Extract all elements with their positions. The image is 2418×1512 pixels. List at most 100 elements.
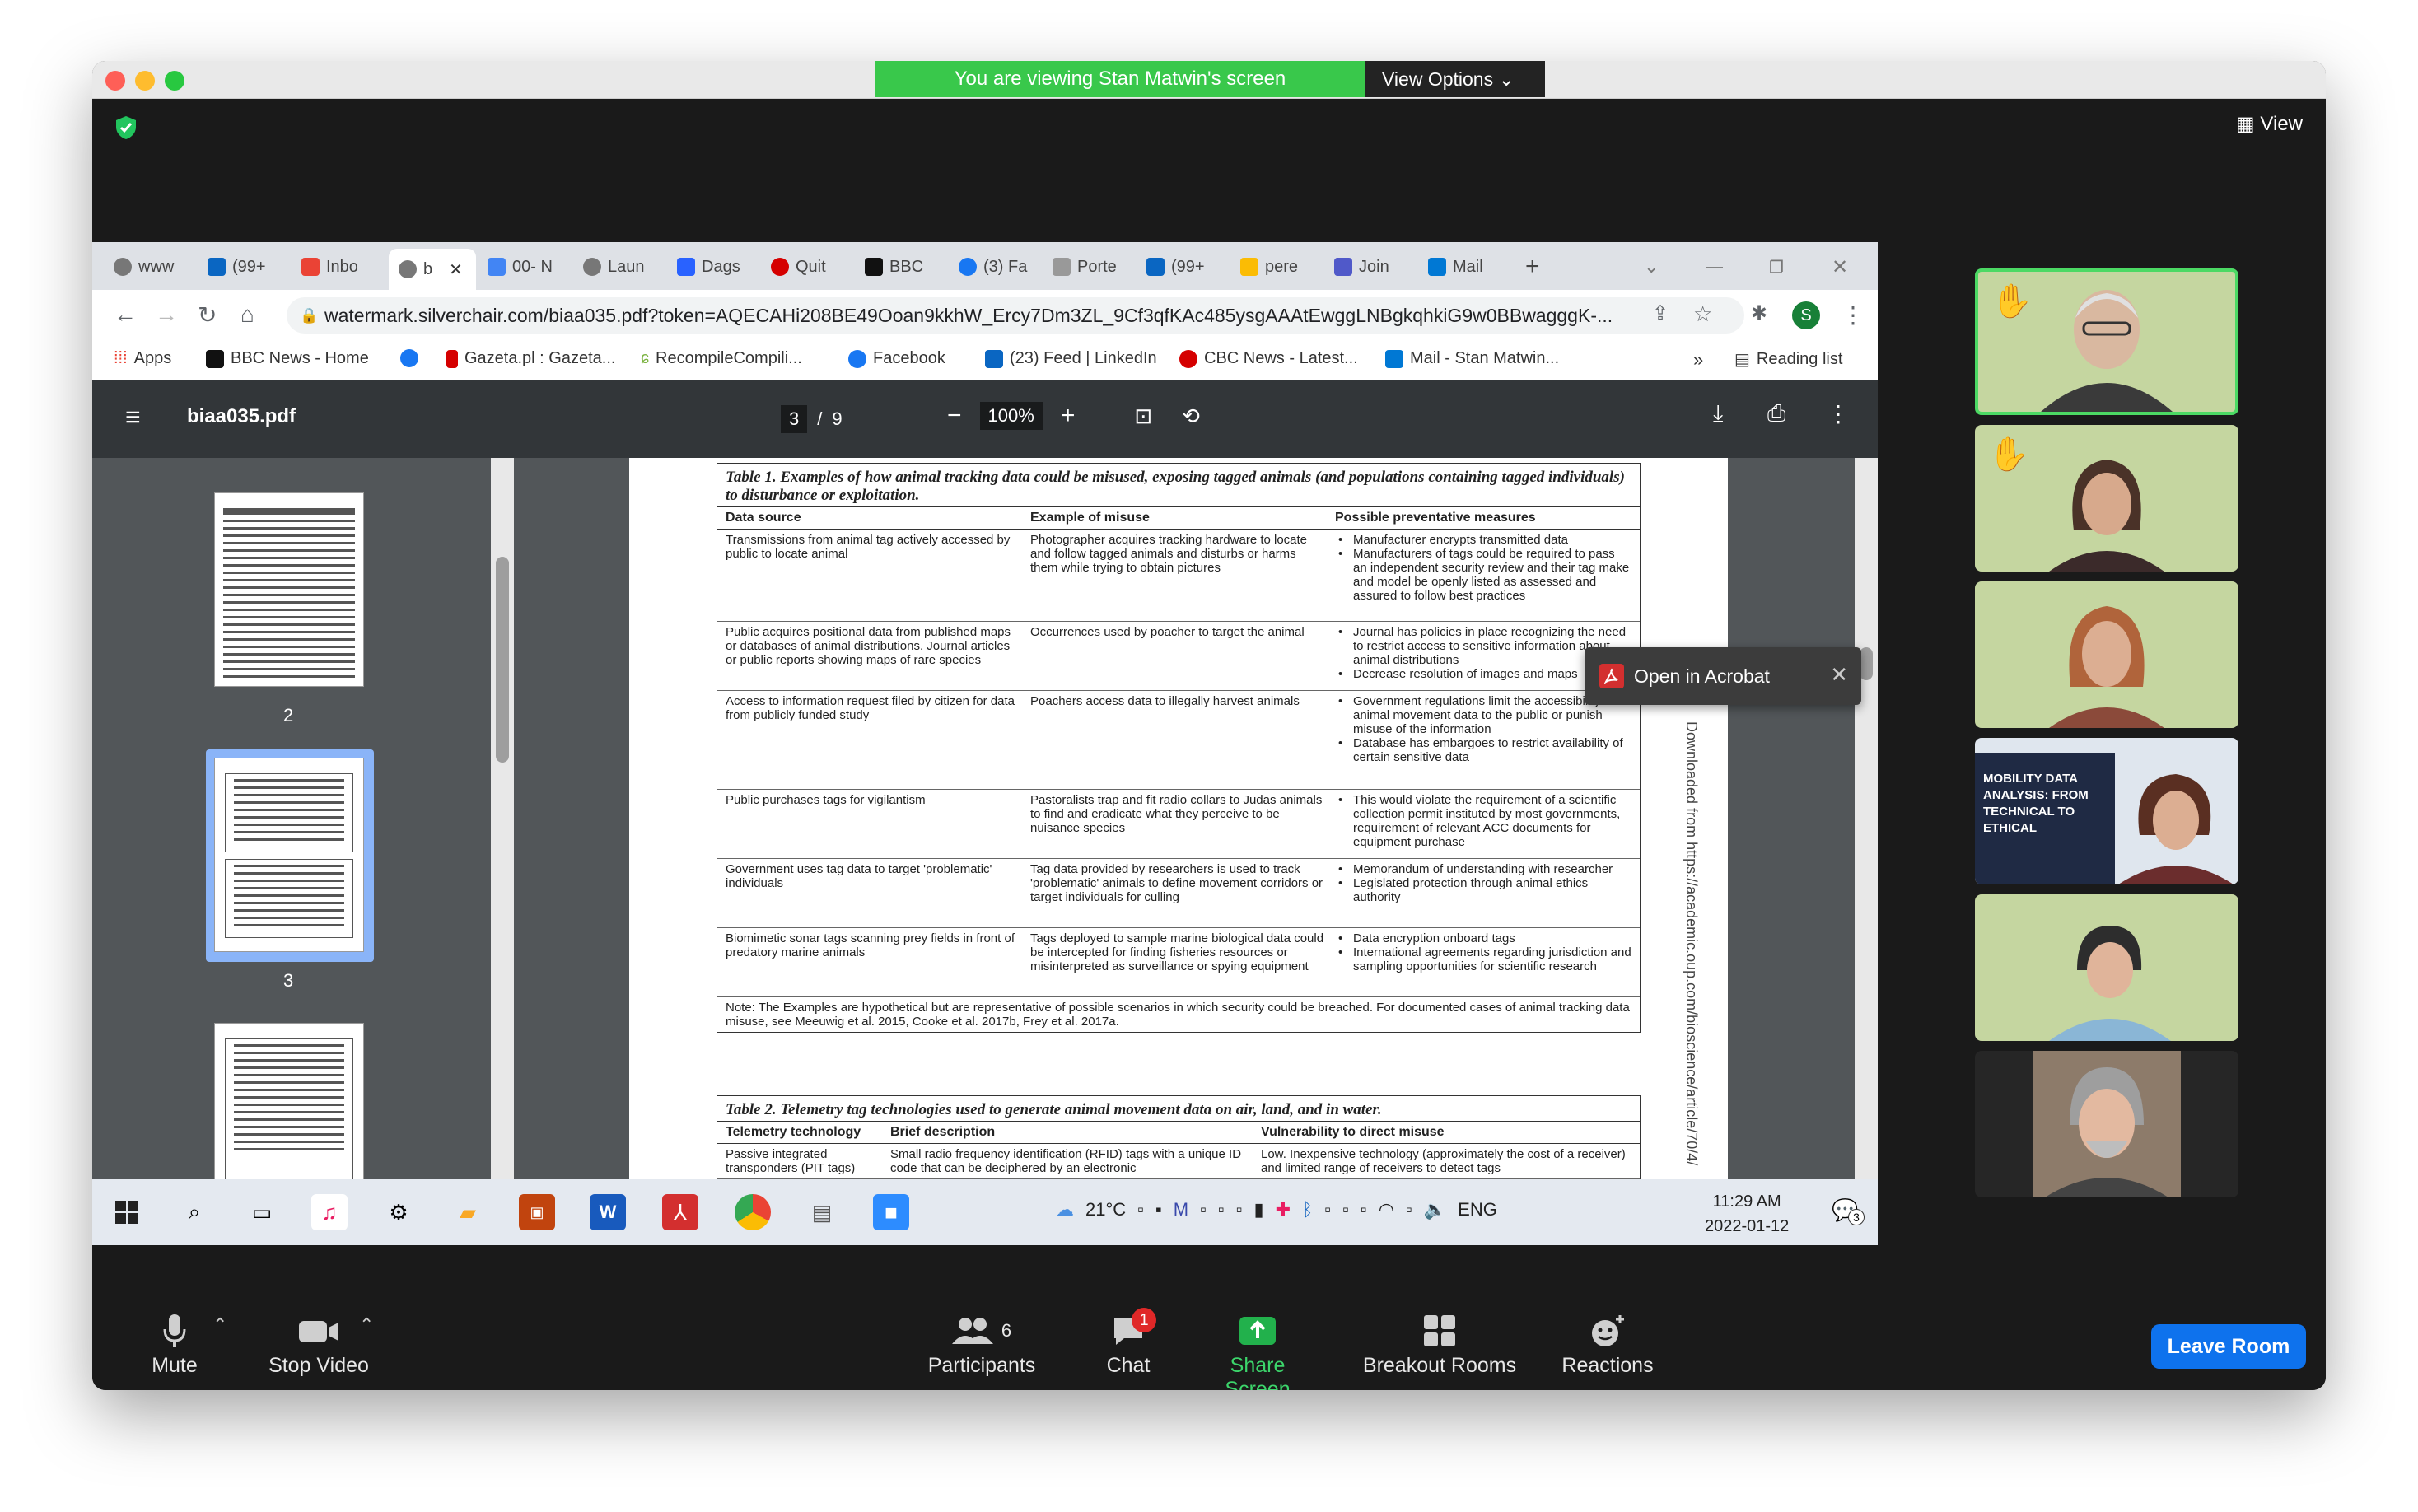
language-indicator[interactable]: ENG: [1458, 1199, 1497, 1220]
chrome-icon[interactable]: [735, 1194, 771, 1230]
snipping-tool-icon[interactable]: ▤: [804, 1194, 840, 1230]
tray-icon[interactable]: ▫: [1361, 1199, 1367, 1220]
tab-12[interactable]: (99+: [1146, 250, 1229, 283]
acrobat-reader-icon[interactable]: ⅄: [662, 1194, 698, 1230]
security-shield-icon[interactable]: [115, 115, 137, 140]
bookmark-facebook-icon-only[interactable]: [400, 349, 418, 367]
tab-13[interactable]: pere: [1240, 250, 1323, 283]
tray-icon[interactable]: ▫: [1406, 1199, 1412, 1220]
participant-video-2[interactable]: ✋: [1975, 425, 2238, 572]
tab-11[interactable]: Porte: [1053, 250, 1135, 283]
tab-14[interactable]: Join: [1334, 250, 1417, 283]
forward-icon[interactable]: →: [155, 301, 178, 328]
bookmark-linkedin[interactable]: (23) Feed | LinkedIn: [985, 349, 1157, 368]
reactions-button[interactable]: Reactions: [1550, 1308, 1665, 1378]
volume-icon[interactable]: 🔈: [1424, 1199, 1446, 1220]
tab-6[interactable]: Laun: [583, 250, 665, 283]
bookmarks-overflow-button[interactable]: »: [1693, 349, 1703, 371]
home-icon[interactable]: ⌂: [240, 301, 254, 328]
zoom-in-icon[interactable]: +: [1061, 402, 1076, 430]
close-popup-icon[interactable]: ✕: [1830, 662, 1848, 688]
mute-options-chevron-icon[interactable]: ⌃: [212, 1314, 227, 1336]
share-screen-button[interactable]: Share Screen: [1196, 1308, 1319, 1390]
file-explorer-icon[interactable]: ▰: [450, 1194, 486, 1230]
participant-video-4[interactable]: MOBILITY DATA ANALYSIS: FROM TECHNICAL T…: [1975, 738, 2238, 884]
more-options-icon[interactable]: ⋮: [1827, 400, 1850, 427]
minimize-window-button[interactable]: [135, 71, 155, 91]
view-button[interactable]: ▦ View: [2236, 112, 2303, 136]
close-tab-icon[interactable]: ✕: [449, 259, 463, 280]
reload-icon[interactable]: ↻: [198, 301, 217, 329]
zoom-level-input[interactable]: 100%: [979, 402, 1043, 430]
document-scroll-thumb[interactable]: [1860, 647, 1873, 680]
zoom-app-icon[interactable]: ■: [873, 1194, 909, 1230]
app-icon[interactable]: ▣: [519, 1194, 555, 1230]
minimize-browser-button[interactable]: —: [1706, 250, 1731, 283]
view-options-button[interactable]: View Options ⌄: [1365, 61, 1545, 97]
rotate-icon[interactable]: ⟲: [1182, 404, 1200, 429]
bookmark-cbc[interactable]: CBC News - Latest...: [1179, 349, 1358, 368]
tray-icon[interactable]: ▫: [1200, 1199, 1207, 1220]
tray-icon[interactable]: ▫: [1236, 1199, 1243, 1220]
profile-avatar[interactable]: S: [1792, 301, 1820, 329]
tab-search-button[interactable]: ⌄: [1644, 250, 1669, 283]
document-scrollbar[interactable]: [1855, 458, 1878, 1179]
mute-button[interactable]: Mute: [133, 1308, 216, 1378]
tray-icon[interactable]: M: [1174, 1199, 1188, 1220]
current-page-input[interactable]: 3: [781, 405, 808, 433]
tab-15[interactable]: Mail: [1428, 250, 1510, 283]
thumbnail-page-2[interactable]: [214, 492, 364, 687]
microphone-icon[interactable]: ▮: [1254, 1199, 1264, 1220]
tray-icon[interactable]: ▪: [1155, 1199, 1162, 1220]
participant-video-3[interactable]: [1975, 581, 2238, 728]
participants-button[interactable]: 6 Participants: [916, 1308, 1048, 1378]
temperature[interactable]: 21°C: [1085, 1199, 1126, 1220]
bookmark-apps[interactable]: ⁞⁞⁞ Apps: [114, 349, 171, 368]
tab-10[interactable]: (3) Fa: [959, 250, 1041, 283]
wifi-icon[interactable]: ◠: [1379, 1199, 1394, 1220]
close-window-button[interactable]: [105, 71, 125, 91]
chat-button[interactable]: 1 Chat: [1087, 1308, 1169, 1378]
bookmark-recompile[interactable]: ɕ RecompileCompili...: [641, 349, 802, 368]
more-menu-icon[interactable]: ⋮: [1842, 301, 1865, 329]
star-icon[interactable]: ☆: [1693, 301, 1712, 327]
notifications-icon[interactable]: 💬 3: [1832, 1197, 1865, 1225]
download-icon[interactable]: ⤓: [1713, 400, 1723, 427]
search-icon[interactable]: ⌕: [176, 1194, 212, 1230]
video-options-chevron-icon[interactable]: ⌃: [359, 1314, 374, 1336]
tab-5[interactable]: 00- N: [488, 250, 570, 283]
fit-to-page-icon[interactable]: ⊡: [1134, 404, 1152, 429]
sidebar-scrollbar[interactable]: [491, 458, 514, 1179]
bookmark-gazeta[interactable]: Gazeta.pl : Gazeta...: [446, 349, 615, 368]
extensions-icon[interactable]: ✱: [1751, 301, 1767, 325]
participant-video-6[interactable]: [1975, 1051, 2238, 1197]
itunes-icon[interactable]: ♫: [311, 1194, 348, 1230]
breakout-rooms-button[interactable]: Breakout Rooms: [1357, 1308, 1522, 1378]
tab-9[interactable]: BBC: [865, 250, 947, 283]
back-icon[interactable]: ←: [114, 301, 137, 328]
hamburger-menu-icon[interactable]: ≡: [125, 402, 141, 432]
leave-room-button[interactable]: Leave Room: [2151, 1324, 2306, 1369]
open-in-acrobat-popup[interactable]: Open in Acrobat ✕: [1585, 647, 1861, 705]
bookmark-mail[interactable]: Mail - Stan Matwin...: [1385, 349, 1559, 368]
task-view-icon[interactable]: ▭: [244, 1194, 280, 1230]
tray-icon[interactable]: ▫: [1342, 1199, 1349, 1220]
windows-start-icon[interactable]: [109, 1194, 145, 1230]
tab-1[interactable]: www: [114, 250, 188, 283]
weather-icon[interactable]: ☁: [1056, 1199, 1074, 1220]
sidebar-scroll-thumb[interactable]: [496, 557, 509, 763]
close-browser-button[interactable]: ✕: [1832, 250, 1856, 283]
thumbnail-page-3[interactable]: [214, 758, 364, 952]
maximize-window-button[interactable]: [165, 71, 184, 91]
tab-3[interactable]: Inbo: [301, 250, 384, 283]
reading-list-button[interactable]: ▤ Reading list: [1734, 349, 1842, 370]
tray-icon[interactable]: ▫: [1137, 1199, 1144, 1220]
tab-2[interactable]: (99+: [208, 250, 290, 283]
bookmark-bbc[interactable]: BBC News - Home: [206, 349, 369, 368]
tray-icon[interactable]: ▫: [1218, 1199, 1225, 1220]
new-tab-button[interactable]: +: [1525, 250, 1558, 283]
participant-video-1[interactable]: ✋: [1975, 268, 2238, 415]
participant-video-5[interactable]: [1975, 894, 2238, 1041]
bluetooth-icon[interactable]: ᛒ: [1302, 1199, 1313, 1220]
settings-gear-icon[interactable]: ⚙: [380, 1194, 417, 1230]
